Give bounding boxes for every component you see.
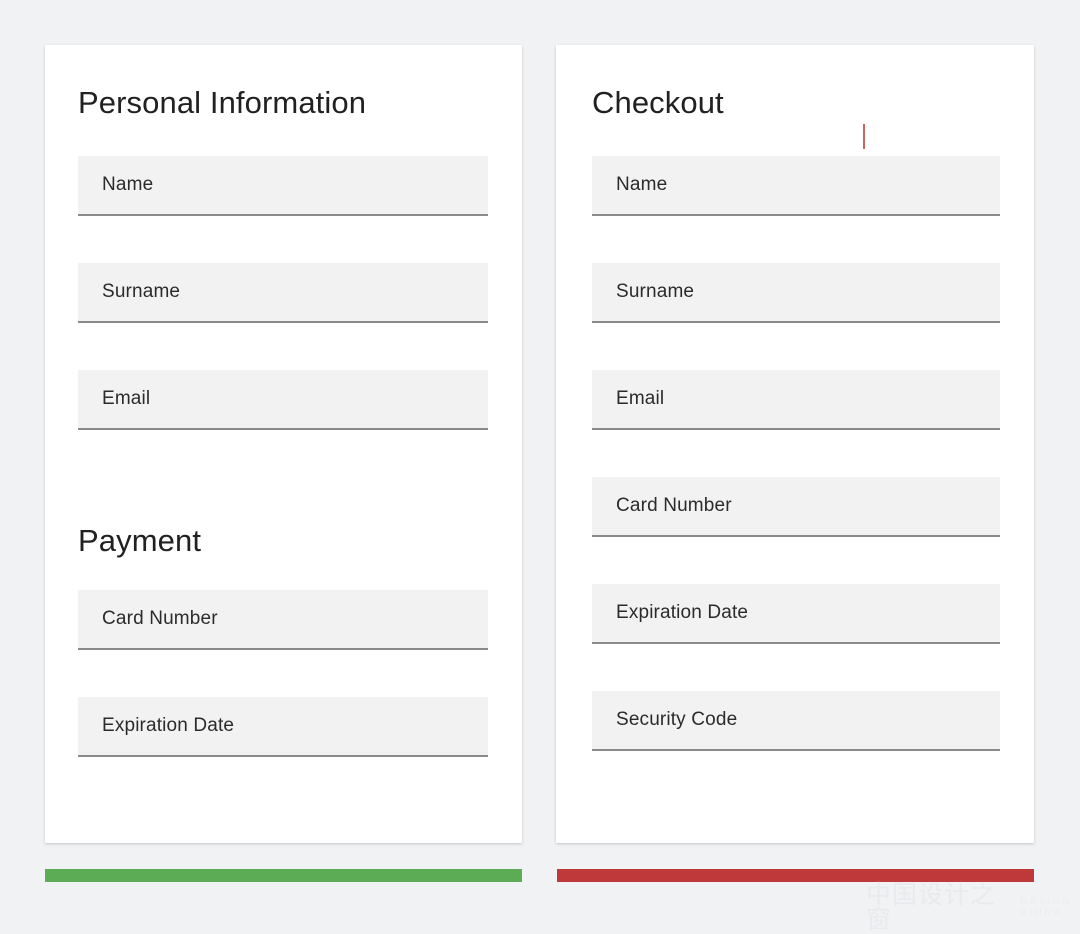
page-title-checkout: Checkout — [592, 87, 724, 118]
field-label-card-number-left: Card Number — [78, 608, 218, 630]
progress-bar-valid — [45, 869, 522, 882]
screenshot-canvas: Personal Information Name Surname Email … — [0, 0, 1080, 929]
field-label-email-left: Email — [78, 388, 150, 410]
field-security-code-right[interactable]: Security Code — [592, 691, 1000, 751]
field-label-name-left: Name — [78, 174, 153, 196]
field-expiration-date-left[interactable]: Expiration Date — [78, 697, 488, 757]
field-label-expiration-date-right: Expiration Date — [592, 602, 748, 624]
field-label-email-right: Email — [592, 388, 664, 410]
watermark-latin-line1: DESIGN — [1021, 896, 1072, 907]
field-label-card-number-right: Card Number — [592, 495, 732, 517]
field-surname-left[interactable]: Surname — [78, 263, 488, 323]
watermark-cjk-text: 中国设计之窗 — [866, 882, 1014, 932]
field-card-number-right[interactable]: Card Number — [592, 477, 1000, 537]
watermark-latin-line2: CHINA — [1021, 907, 1072, 918]
checkout-card: Checkout Name Surname Email Card Number … — [556, 45, 1034, 843]
field-label-expiration-date-left: Expiration Date — [78, 715, 234, 737]
field-label-surname-left: Surname — [78, 281, 180, 303]
text-caret-marker — [863, 124, 865, 149]
progress-bar-invalid — [557, 869, 1034, 882]
field-name-left[interactable]: Name — [78, 156, 488, 216]
field-surname-right[interactable]: Surname — [592, 263, 1000, 323]
field-label-surname-right: Surname — [592, 281, 694, 303]
field-expiration-date-right[interactable]: Expiration Date — [592, 584, 1000, 644]
field-email-left[interactable]: Email — [78, 370, 488, 430]
field-label-security-code-right: Security Code — [592, 709, 737, 731]
personal-information-card: Personal Information Name Surname Email … — [45, 45, 522, 843]
page-title-personal-information: Personal Information — [78, 87, 366, 118]
field-label-name-right: Name — [592, 174, 667, 196]
watermark-latin-text: DESIGN CHINA — [1021, 896, 1072, 918]
field-email-right[interactable]: Email — [592, 370, 1000, 430]
page-title-payment: Payment — [78, 525, 201, 556]
watermark: 中国设计之窗 DESIGN CHINA — [866, 890, 1072, 924]
field-name-right[interactable]: Name — [592, 156, 1000, 216]
field-card-number-left[interactable]: Card Number — [78, 590, 488, 650]
